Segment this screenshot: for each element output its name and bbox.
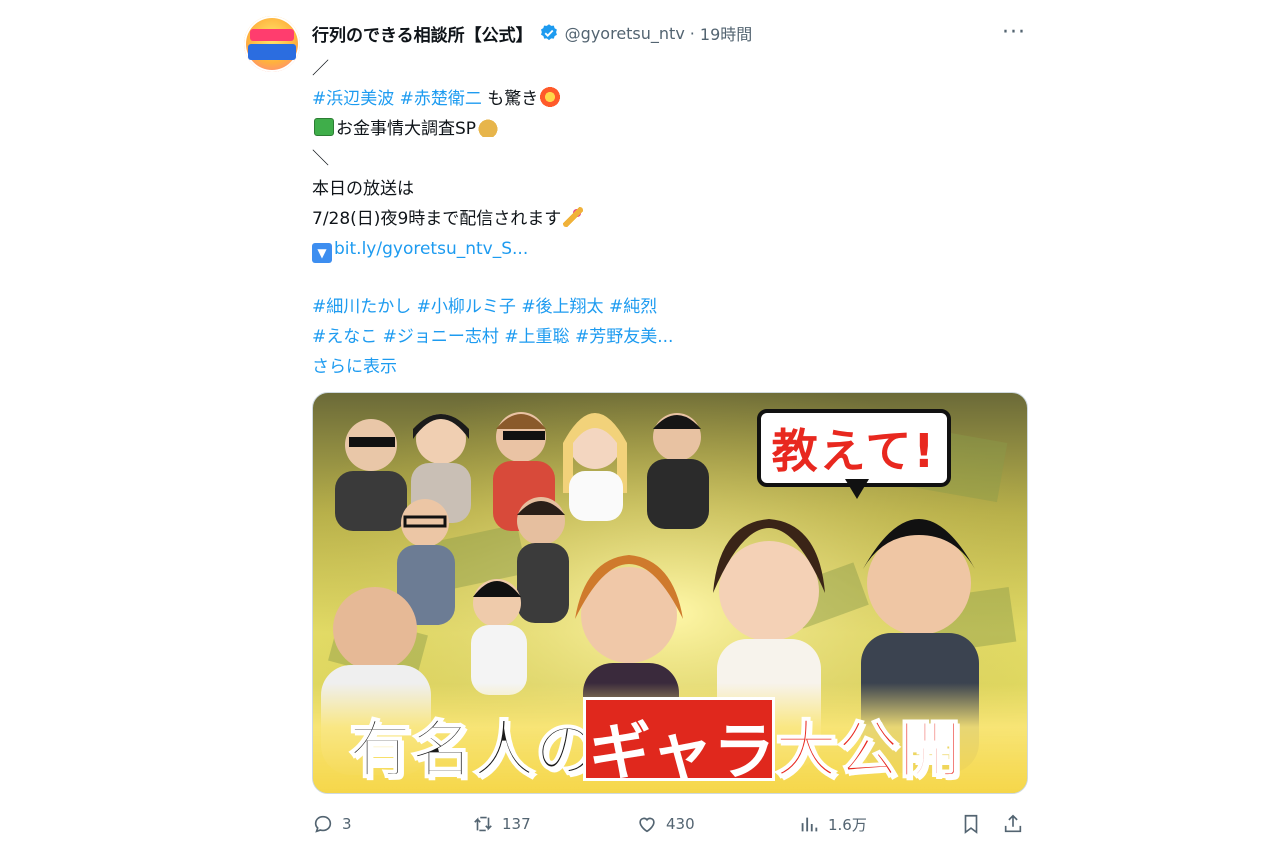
retweet-icon [474, 816, 492, 832]
text-line: お金事情大調査SP [312, 114, 1034, 144]
more-icon[interactable]: ··· [1002, 20, 1026, 45]
tweet-link[interactable]: bit.ly/gyoretsu_ntv_S... [334, 239, 528, 259]
text-line: ＼ [312, 144, 1034, 174]
text-fragment: お金事情大調査SP [336, 119, 477, 139]
tweet-header: 行列のできる相談所【公式】 @gyoretsu_ntv · 19時間 ··· [312, 20, 1034, 46]
text-line: #浜辺美波 #赤楚衛二 も驚き [312, 84, 1034, 114]
text-line: 7/28(日)夜9時まで配信されます [312, 204, 1034, 234]
boom-emoji-icon [540, 87, 561, 107]
tweet-text: ／ #浜辺美波 #赤楚衛二 も驚き お金事情大調査SP ＼ 本日の放送は 7/2… [312, 54, 1034, 382]
author-name[interactable]: 行列のできる相談所【公式】 [312, 21, 533, 46]
party-emoji-icon [563, 207, 584, 227]
author-avatar[interactable] [244, 16, 300, 72]
retweet-button[interactable]: 137 [472, 812, 531, 836]
speech-bubble-text: 教えて! [771, 424, 937, 478]
share-button[interactable] [1002, 812, 1032, 836]
views-count: 1.6万 [828, 815, 867, 834]
reply-icon [314, 815, 332, 833]
show-more-link[interactable]: さらに表示 [312, 357, 397, 377]
avatar-logo-top [250, 29, 294, 41]
text-line: さらに表示 [312, 352, 1034, 382]
text-line: ▼ bit.ly/gyoretsu_ntv_S... [312, 234, 1034, 264]
views-icon [801, 817, 818, 832]
tweet-actions: 3 137 430 1.6万 [312, 812, 1034, 836]
hashtag[interactable]: #芳野友美... [575, 327, 673, 347]
hashtag[interactable]: #赤楚衛二 [400, 89, 482, 109]
money-emoji-icon [314, 118, 334, 136]
text-line: #細川たかし #小柳ルミ子 #後上翔太 #純烈 [312, 292, 1034, 322]
text-line: #えなこ #ジョニー志村 #上重聡 #芳野友美... [312, 322, 1034, 352]
reply-count: 3 [342, 815, 352, 833]
like-count: 430 [666, 815, 695, 833]
like-button[interactable]: 430 [636, 812, 695, 836]
down-triangle-emoji-icon: ▼ [312, 243, 332, 263]
hashtag[interactable]: #細川たかし [312, 297, 411, 317]
hashtag[interactable]: #小柳ルミ子 [417, 297, 516, 317]
author-handle[interactable]: @gyoretsu_ntv [565, 24, 685, 43]
text-fragment: も驚き [481, 89, 539, 109]
banner-text-part1: 有名人の [348, 712, 598, 787]
banner-text-part2: ギャラ [589, 715, 776, 788]
text-backslash: ＼ [312, 149, 329, 169]
views-button[interactable]: 1.6万 [798, 812, 867, 836]
header-separator: · [689, 23, 695, 43]
text-line: ／ [312, 54, 1034, 84]
hashtag[interactable]: #浜辺美波 [312, 89, 394, 109]
like-icon [639, 817, 655, 833]
avatar-logo-bottom [248, 44, 296, 60]
text-fragment: 7/28(日)夜9時まで配信されます [312, 209, 562, 229]
money-bag-emoji-icon [478, 117, 499, 137]
retweet-count: 137 [502, 815, 531, 833]
reply-button[interactable]: 3 [312, 812, 352, 836]
text-slash: ／ [312, 59, 329, 79]
share-icon [1004, 814, 1022, 833]
tweet-media-image[interactable]: 教えて! 有名人の ギャラ 大公開 [312, 392, 1028, 794]
tweet[interactable]: 行列のできる相談所【公式】 @gyoretsu_ntv · 19時間 ··· ／… [244, 14, 1034, 844]
speech-bubble-tail [845, 479, 869, 499]
tweet-time[interactable]: 19時間 [700, 21, 752, 45]
banner-text-part3: 大公開 [774, 712, 962, 787]
hashtag[interactable]: #後上翔太 [521, 297, 603, 317]
text-fragment: 本日の放送は [312, 179, 414, 199]
verified-badge-icon [540, 24, 557, 41]
bookmark-icon [964, 814, 978, 834]
hashtag[interactable]: #純烈 [609, 297, 657, 317]
hashtag[interactable]: #上重聡 [504, 327, 569, 347]
bookmark-button[interactable] [960, 812, 990, 836]
hashtag[interactable]: #えなこ [312, 327, 377, 347]
text-line: 本日の放送は [312, 174, 1034, 204]
hashtag[interactable]: #ジョニー志村 [383, 327, 499, 347]
